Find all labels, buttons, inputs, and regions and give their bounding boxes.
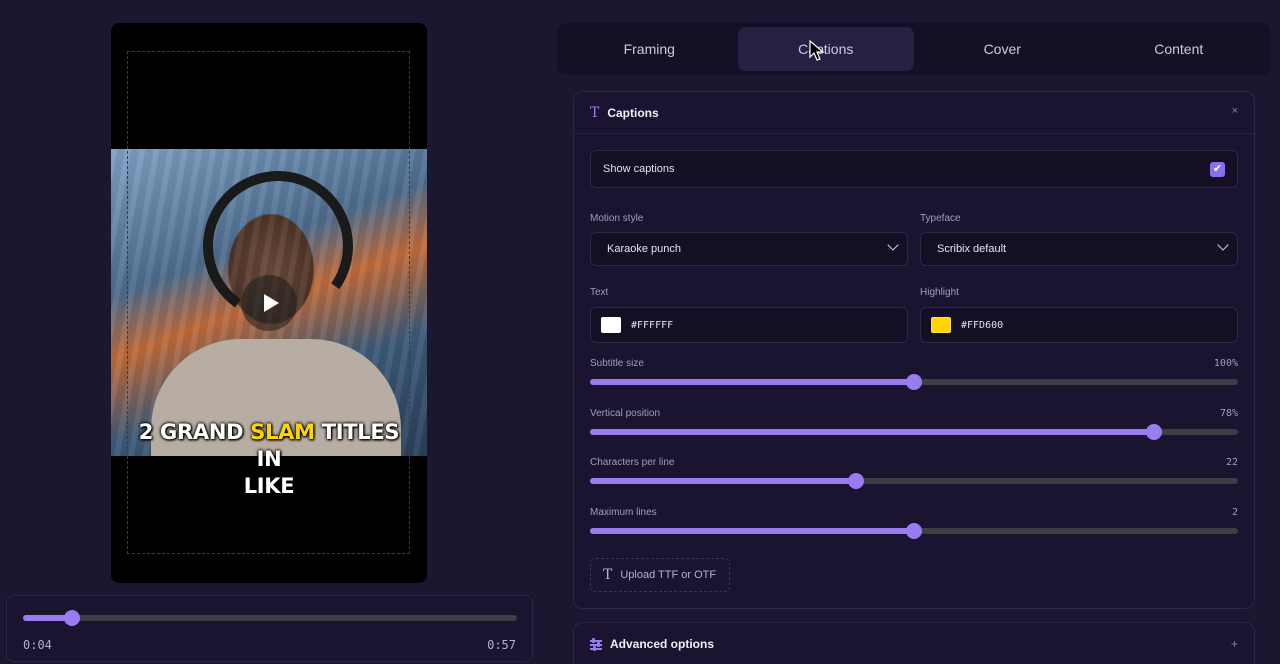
highlight-color-field[interactable]: #FFD600: [920, 307, 1238, 343]
slider-fill: [590, 429, 1154, 435]
maximum-lines-label: Maximum lines: [590, 507, 657, 518]
text-icon: T: [590, 104, 600, 121]
captions-panel: T Captions × Show captions ✔ Motion styl…: [573, 91, 1255, 609]
typeface-select[interactable]: Scribix default: [920, 232, 1238, 266]
text-color-label: Text: [590, 287, 609, 298]
tab-content[interactable]: Content: [1091, 27, 1268, 71]
current-time: 0:04: [23, 638, 52, 652]
highlight-color-swatch[interactable]: [931, 317, 951, 333]
vertical-position-label: Vertical position: [590, 408, 661, 419]
characters-per-line-slider[interactable]: [590, 473, 1238, 489]
slider-thumb[interactable]: [847, 473, 864, 489]
tab-cover[interactable]: Cover: [914, 27, 1091, 71]
show-captions-checkbox[interactable]: ✔: [1210, 162, 1225, 177]
chevron-down-icon: [887, 239, 899, 251]
maximum-lines-slider[interactable]: [590, 523, 1238, 539]
vertical-position-value: 78%: [1219, 408, 1238, 419]
characters-per-line-value: 22: [1225, 457, 1238, 468]
caption-line: 2 GRAND SLAM TITLES: [138, 420, 400, 444]
caption-overlay: 2 GRAND SLAM TITLES IN LIKE: [111, 419, 427, 500]
collapse-button[interactable]: ×: [1232, 105, 1238, 117]
motion-style-select[interactable]: Karaoke punch: [590, 232, 908, 266]
slider-fill: [590, 528, 914, 534]
characters-per-line-label: Characters per line: [590, 457, 675, 468]
text-color-swatch[interactable]: [601, 317, 621, 333]
slider-fill: [590, 379, 914, 385]
subtitle-size-value: 100%: [1213, 358, 1238, 369]
tab-bar: Framing Captions Cover Content: [557, 23, 1271, 75]
vertical-position-slider[interactable]: [590, 424, 1238, 440]
caption-line: IN: [256, 447, 282, 471]
expand-icon[interactable]: +: [1231, 637, 1238, 651]
mouse-cursor-icon: [809, 40, 825, 61]
tab-framing[interactable]: Framing: [561, 27, 738, 71]
timeline-track[interactable]: [23, 610, 517, 626]
show-captions-label: Show captions: [603, 163, 675, 175]
sliders-icon: [590, 638, 602, 651]
panel-title: Captions: [607, 105, 659, 120]
caption-line: LIKE: [243, 474, 295, 498]
advanced-options-header[interactable]: Advanced options +: [573, 622, 1255, 664]
slider-fill: [590, 478, 856, 484]
show-captions-row[interactable]: Show captions ✔: [590, 150, 1238, 188]
duration: 0:57: [487, 638, 516, 652]
captions-panel-header[interactable]: T Captions ×: [574, 92, 1254, 134]
subtitle-size-slider[interactable]: [590, 374, 1238, 390]
check-icon: ✔: [1212, 163, 1223, 175]
video-preview[interactable]: 2 GRAND SLAM TITLES IN LIKE: [111, 23, 427, 583]
highlight-color-label: Highlight: [920, 287, 959, 298]
chevron-down-icon: [1217, 239, 1229, 251]
text-color-field[interactable]: #FFFFFF: [590, 307, 908, 343]
timeline-thumb[interactable]: [64, 610, 81, 626]
play-button[interactable]: [241, 275, 297, 331]
advanced-options-title: Advanced options: [610, 637, 715, 651]
play-icon: [264, 294, 279, 312]
subtitle-size-label: Subtitle size: [590, 358, 644, 369]
maximum-lines-value: 2: [1231, 507, 1238, 518]
playback-scrubber: 0:04 0:57: [6, 595, 533, 662]
text-icon: T: [603, 567, 613, 583]
slider-thumb[interactable]: [906, 374, 922, 390]
slider-thumb[interactable]: [1145, 424, 1162, 440]
motion-style-label: Motion style: [590, 213, 644, 224]
typeface-label: Typeface: [920, 213, 961, 224]
caption-highlight-word: SLAM: [250, 420, 315, 444]
slider-thumb[interactable]: [906, 523, 922, 539]
upload-font-button[interactable]: T Upload TTF or OTF: [590, 558, 730, 592]
